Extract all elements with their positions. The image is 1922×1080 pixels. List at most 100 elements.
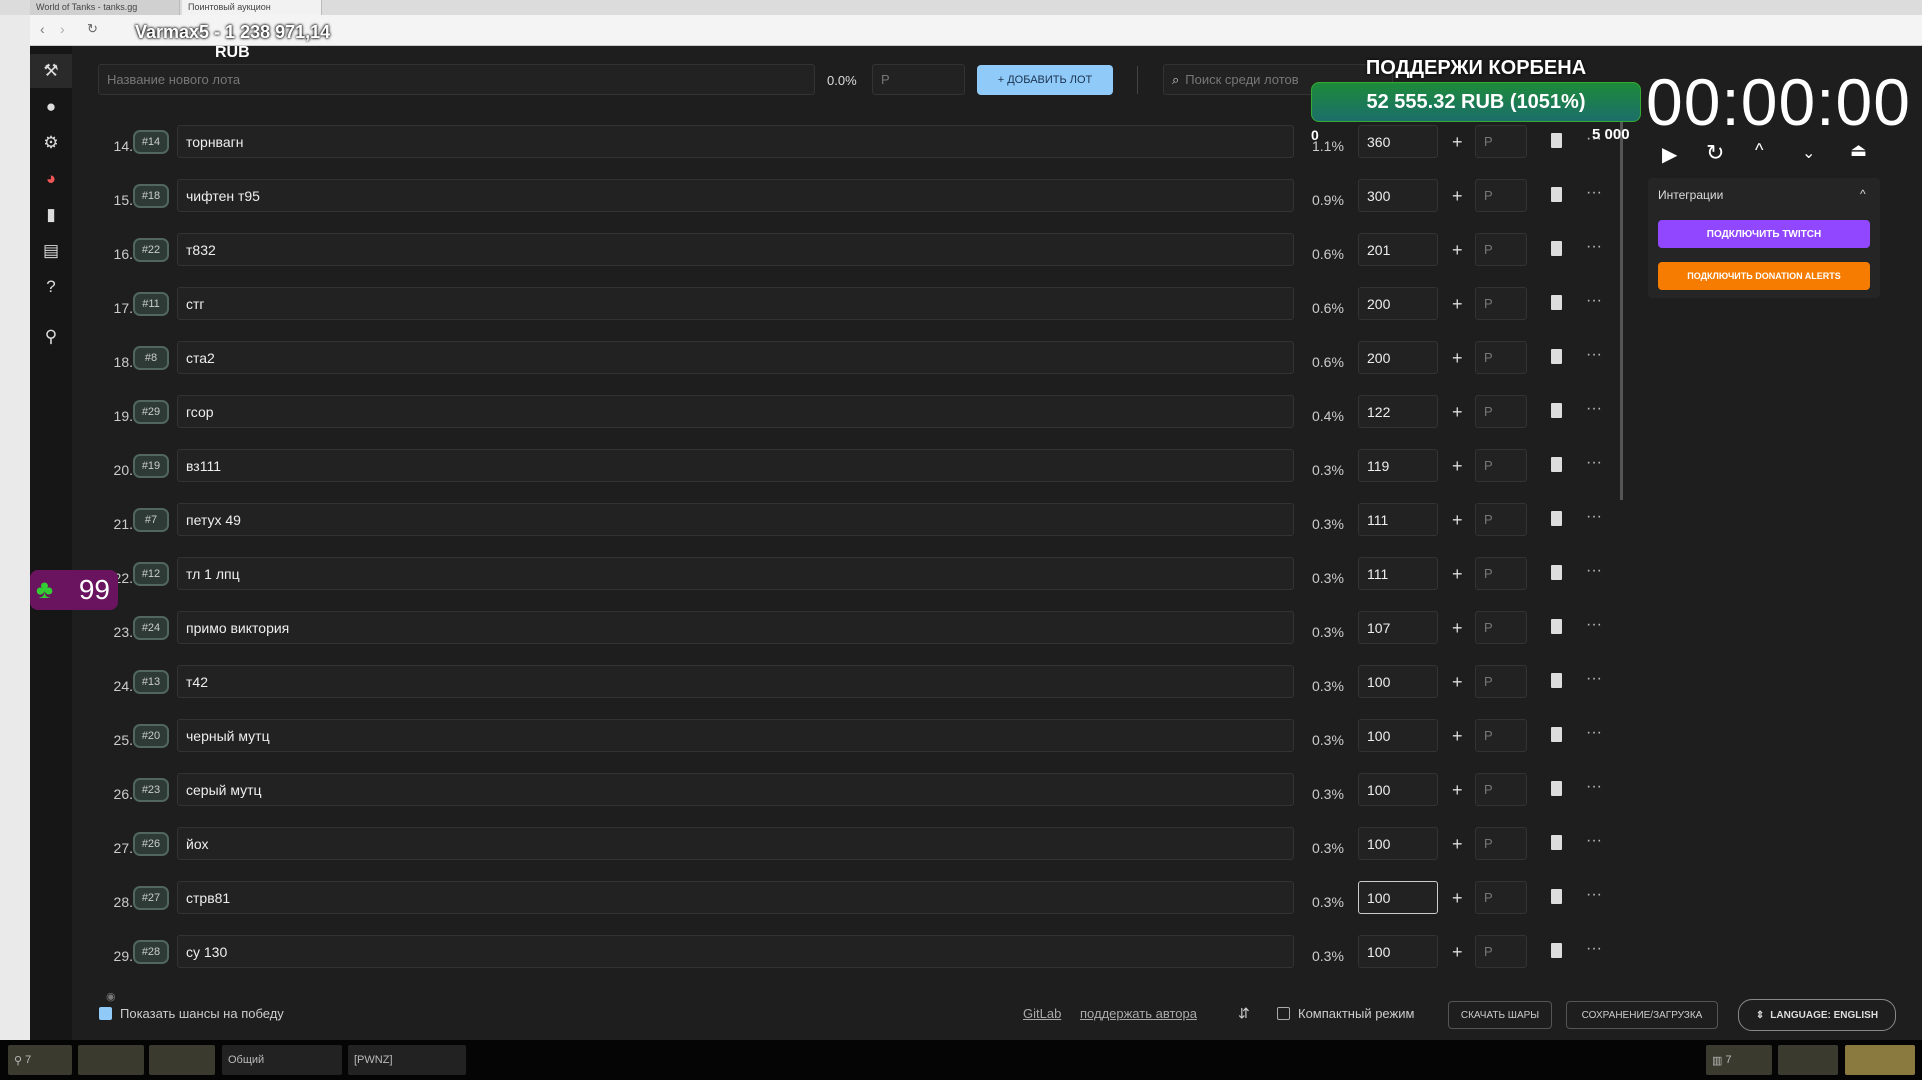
lot-name-input[interactable]: т42 xyxy=(177,665,1294,698)
more-icon[interactable]: ··· xyxy=(1586,238,1602,256)
plus-icon[interactable]: + xyxy=(1452,294,1463,315)
wheel-icon[interactable]: ◕ xyxy=(30,162,72,196)
lot-bid-input[interactable]: Р xyxy=(1475,287,1527,320)
gitlab-link[interactable]: GitLab xyxy=(1023,1006,1061,1021)
taskbar-players[interactable]: ⚲ 7 xyxy=(8,1045,72,1075)
lot-id-tag[interactable]: #24 xyxy=(133,616,169,640)
lot-bid-input[interactable]: Р xyxy=(1475,719,1527,752)
support-author-link[interactable]: поддержать автора xyxy=(1080,1006,1197,1021)
trash-icon[interactable] xyxy=(1551,835,1562,850)
save-load-button[interactable]: СОХРАНЕНИЕ/ЗАГРУЗКА xyxy=(1566,1001,1718,1029)
lot-id-tag[interactable]: #13 xyxy=(133,670,169,694)
plus-icon[interactable]: + xyxy=(1452,456,1463,477)
back-icon[interactable]: ‹ xyxy=(40,21,45,37)
collapse-icon[interactable]: ⏏ xyxy=(1850,140,1867,161)
more-icon[interactable]: ··· xyxy=(1586,184,1602,202)
lot-id-tag[interactable]: #29 xyxy=(133,400,169,424)
lot-name-input[interactable]: торнвагн xyxy=(177,125,1294,158)
plus-icon[interactable]: + xyxy=(1452,942,1463,963)
more-icon[interactable]: ··· xyxy=(1586,940,1602,958)
lot-amount-input[interactable]: 201 xyxy=(1358,233,1438,266)
plus-icon[interactable]: + xyxy=(1452,888,1463,909)
trash-icon[interactable] xyxy=(1551,781,1562,796)
lot-name-input[interactable]: тл 1 лпц xyxy=(177,557,1294,590)
trash-icon[interactable] xyxy=(1551,349,1562,364)
lot-amount-input[interactable]: 119 xyxy=(1358,449,1438,482)
lot-bid-input[interactable]: Р xyxy=(1475,881,1527,914)
user-icon[interactable]: ● xyxy=(30,90,72,124)
more-icon[interactable]: ··· xyxy=(1586,670,1602,688)
lot-bid-input[interactable]: Р xyxy=(1475,449,1527,482)
lot-bid-input[interactable]: Р xyxy=(1475,395,1527,428)
lot-name-input[interactable]: гсор xyxy=(177,395,1294,428)
more-icon[interactable]: ··· xyxy=(1586,616,1602,634)
lot-bid-input[interactable]: Р xyxy=(1475,935,1527,968)
play-icon[interactable]: ▶ xyxy=(1662,142,1677,167)
taskbar-clan-icon[interactable] xyxy=(78,1045,144,1075)
lot-name-input[interactable]: т832 xyxy=(177,233,1294,266)
connect-twitch-button[interactable]: ПОДКЛЮЧИТЬ TWITCH xyxy=(1658,220,1870,248)
lot-name-input[interactable]: черный мутц xyxy=(177,719,1294,752)
lot-amount-input[interactable]: 100 xyxy=(1358,935,1438,968)
lot-bid-input[interactable]: Р xyxy=(1475,179,1527,212)
lot-id-tag[interactable]: #27 xyxy=(133,886,169,910)
lot-id-tag[interactable]: #14 xyxy=(133,130,169,154)
plus-icon[interactable]: + xyxy=(1452,348,1463,369)
lot-amount-input[interactable]: 111 xyxy=(1358,503,1438,536)
more-icon[interactable]: ··· xyxy=(1586,724,1602,742)
plus-icon[interactable]: + xyxy=(1452,834,1463,855)
plus-icon[interactable]: + xyxy=(1452,510,1463,531)
more-icon[interactable]: ··· xyxy=(1586,346,1602,364)
lot-bid-input[interactable]: Р xyxy=(1475,341,1527,374)
chevron-up-icon[interactable]: ^ xyxy=(1755,140,1763,161)
lot-bid-input[interactable]: Р xyxy=(1475,125,1527,158)
plus-icon[interactable]: + xyxy=(1452,618,1463,639)
reload-icon[interactable]: ↻ xyxy=(87,21,98,37)
connect-donation-alerts-button[interactable]: ПОДКЛЮЧИТЬ DONATION ALERTS xyxy=(1658,262,1870,290)
more-icon[interactable]: ··· xyxy=(1586,778,1602,796)
trash-icon[interactable] xyxy=(1551,673,1562,688)
lot-bid-input[interactable]: Р xyxy=(1475,665,1527,698)
chevron-up-icon[interactable]: ^ xyxy=(1860,187,1866,201)
more-icon[interactable]: ··· xyxy=(1586,292,1602,310)
taskbar-notifications[interactable]: ▥ 7 xyxy=(1706,1045,1772,1075)
plus-icon[interactable]: + xyxy=(1452,186,1463,207)
show-chances-checkbox[interactable]: Показать шансы на победу xyxy=(99,1006,284,1021)
plus-icon[interactable]: + xyxy=(1452,402,1463,423)
lot-name-input[interactable]: петух 49 xyxy=(177,503,1294,536)
forward-icon[interactable]: › xyxy=(60,21,65,37)
taskbar-chat-clan[interactable]: [PWNZ] xyxy=(348,1045,466,1075)
trash-icon[interactable] xyxy=(1551,457,1562,472)
trash-icon[interactable] xyxy=(1551,727,1562,742)
taskbar-chat-icon[interactable] xyxy=(149,1045,215,1075)
lot-amount-input[interactable]: 100 xyxy=(1358,665,1438,698)
lot-amount-input[interactable]: 111 xyxy=(1358,557,1438,590)
checkbox-unchecked[interactable] xyxy=(1277,1007,1290,1020)
reset-icon[interactable]: ↻ xyxy=(1706,140,1724,166)
auction-icon[interactable]: ⚒ xyxy=(30,54,72,88)
lot-bid-input[interactable]: Р xyxy=(1475,611,1527,644)
taskbar-settings-icon[interactable] xyxy=(1778,1045,1838,1075)
language-button[interactable]: ⇕ LANGUAGE: ENGLISH xyxy=(1738,999,1896,1031)
sort-icon[interactable]: ⇵ xyxy=(1238,1005,1250,1022)
trash-icon[interactable] xyxy=(1551,403,1562,418)
more-icon[interactable]: ··· xyxy=(1586,508,1602,526)
lot-name-input[interactable]: йох xyxy=(177,827,1294,860)
trash-icon[interactable] xyxy=(1551,565,1562,580)
lot-id-tag[interactable]: #18 xyxy=(133,184,169,208)
download-balls-button[interactable]: СКАЧАТЬ ШАРЫ xyxy=(1448,1001,1552,1029)
lot-name-input[interactable]: ста2 xyxy=(177,341,1294,374)
lot-amount-input[interactable]: 107 xyxy=(1358,611,1438,644)
lot-amount-input[interactable]: 200 xyxy=(1358,341,1438,374)
lot-id-tag[interactable]: #19 xyxy=(133,454,169,478)
history-icon[interactable]: ▤ xyxy=(30,234,72,268)
lot-amount-input[interactable]: 122 xyxy=(1358,395,1438,428)
lot-amount-input[interactable]: 360 xyxy=(1358,125,1438,158)
plus-icon[interactable]: + xyxy=(1452,780,1463,801)
lot-amount-input[interactable]: 300 xyxy=(1358,179,1438,212)
trash-icon[interactable] xyxy=(1551,619,1562,634)
compact-mode-checkbox[interactable]: Компактный режим xyxy=(1277,1006,1414,1021)
chevron-down-icon[interactable]: ⌄ xyxy=(1802,143,1815,163)
lot-id-tag[interactable]: #28 xyxy=(133,940,169,964)
lot-amount-input[interactable]: 200 xyxy=(1358,287,1438,320)
